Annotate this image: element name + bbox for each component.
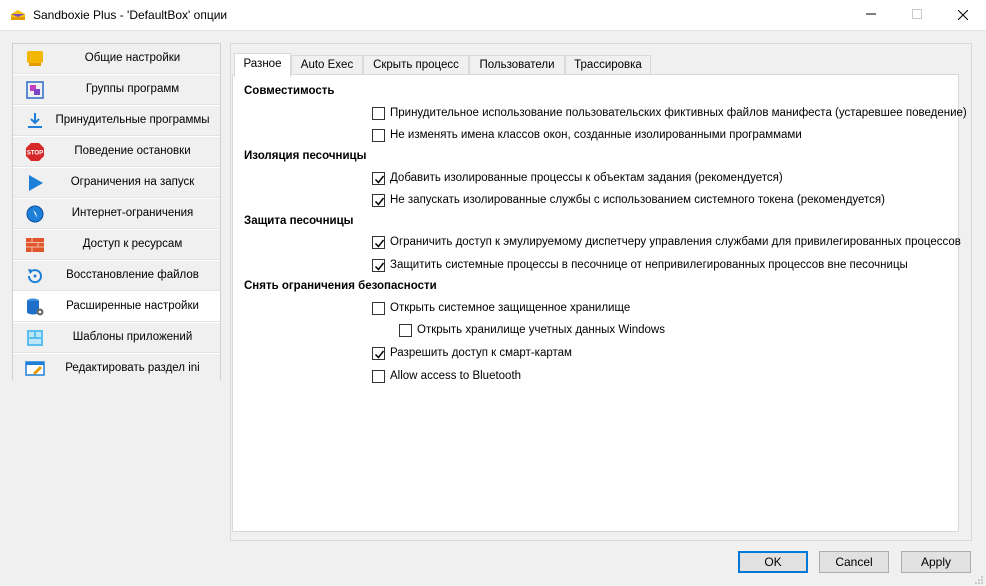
sidebar-item-stop-behavior[interactable]: STOP Поведение остановки xyxy=(13,137,220,167)
check-icon xyxy=(374,239,385,248)
minimize-button[interactable] xyxy=(848,0,894,31)
forced-programs-icon xyxy=(25,111,45,131)
sidebar-item-resource-access[interactable]: Доступ к ресурсам xyxy=(13,230,220,260)
tab-users[interactable]: Пользователи xyxy=(469,55,565,76)
checkbox-unchecked[interactable] xyxy=(372,370,385,383)
internet-icon xyxy=(25,204,45,224)
check-icon xyxy=(374,350,385,359)
stop-icon: STOP xyxy=(25,142,45,162)
checkbox-unchecked[interactable] xyxy=(399,324,412,337)
ok-button[interactable]: OK xyxy=(738,551,808,573)
tab-tracing[interactable]: Трассировка xyxy=(565,55,651,76)
section-protection-title: Защита песочницы xyxy=(244,215,354,227)
section-compatibility-title: Совместимость xyxy=(244,85,335,97)
sidebar-item-forced-programs[interactable]: Принудительные программы xyxy=(13,106,220,136)
edit-ini-icon xyxy=(25,359,45,379)
maximize-button[interactable] xyxy=(894,0,940,31)
recovery-icon xyxy=(25,266,45,286)
title-bar: Sandboxie Plus - 'DefaultBox' опции xyxy=(0,0,986,31)
sidebar-item-program-groups[interactable]: Группы программ xyxy=(13,75,220,105)
maximize-icon xyxy=(912,9,922,19)
templates-icon xyxy=(25,328,45,348)
sidebar-item-start-restrictions[interactable]: Ограничения на запуск xyxy=(13,168,220,198)
options-panel: Разное Auto Exec Скрыть процесс Пользова… xyxy=(230,43,972,541)
apply-button[interactable]: Apply xyxy=(901,551,971,573)
checkbox-unchecked[interactable] xyxy=(372,302,385,315)
checkbox-checked[interactable] xyxy=(372,347,385,360)
checkbox-checked[interactable] xyxy=(372,259,385,272)
program-groups-icon xyxy=(25,80,45,100)
sidebar-item-app-templates[interactable]: Шаблоны приложений xyxy=(13,323,220,353)
checkbox-checked[interactable] xyxy=(372,236,385,249)
section-isolation-title: Изоляция песочницы xyxy=(244,150,367,162)
checkbox-unchecked[interactable] xyxy=(372,129,385,142)
section-security-title: Снять ограничения безопасности xyxy=(244,280,437,292)
sandboxie-app-icon xyxy=(10,8,26,22)
minimize-icon xyxy=(866,13,876,15)
tab-hide-process[interactable]: Скрыть процесс xyxy=(363,55,469,76)
sidebar-item-advanced-settings[interactable]: Расширенные настройки xyxy=(13,292,220,322)
check-icon xyxy=(374,175,385,184)
sidebar-item-edit-ini[interactable]: Редактировать раздел ini xyxy=(13,354,220,381)
svg-text:STOP: STOP xyxy=(27,151,43,157)
window-title: Sandboxie Plus - 'DefaultBox' опции xyxy=(33,8,228,22)
resize-grip-icon[interactable] xyxy=(974,574,984,584)
check-icon xyxy=(374,197,385,206)
brick-wall-icon xyxy=(25,235,45,255)
close-button[interactable] xyxy=(940,0,986,31)
check-icon xyxy=(374,262,385,271)
checkbox-unchecked[interactable] xyxy=(372,107,385,120)
play-icon xyxy=(25,173,45,193)
tab-auto-exec[interactable]: Auto Exec xyxy=(291,55,363,76)
settings-sidebar: Общие настройки Группы программ Принудит… xyxy=(12,43,221,381)
tab-misc[interactable]: Разное xyxy=(234,53,291,77)
sidebar-item-general[interactable]: Общие настройки xyxy=(13,44,220,74)
close-icon xyxy=(957,9,969,21)
checkbox-checked[interactable] xyxy=(372,194,385,207)
general-settings-icon xyxy=(25,49,45,69)
tab-content-misc: Совместимость Принудительное использован… xyxy=(232,74,967,532)
sidebar-item-internet-restrictions[interactable]: Интернет-ограничения xyxy=(13,199,220,229)
checkbox-checked[interactable] xyxy=(372,172,385,185)
sidebar-item-file-recovery[interactable]: Восстановление файлов xyxy=(13,261,220,291)
advanced-settings-icon xyxy=(25,297,45,317)
cancel-button[interactable]: Cancel xyxy=(819,551,889,573)
